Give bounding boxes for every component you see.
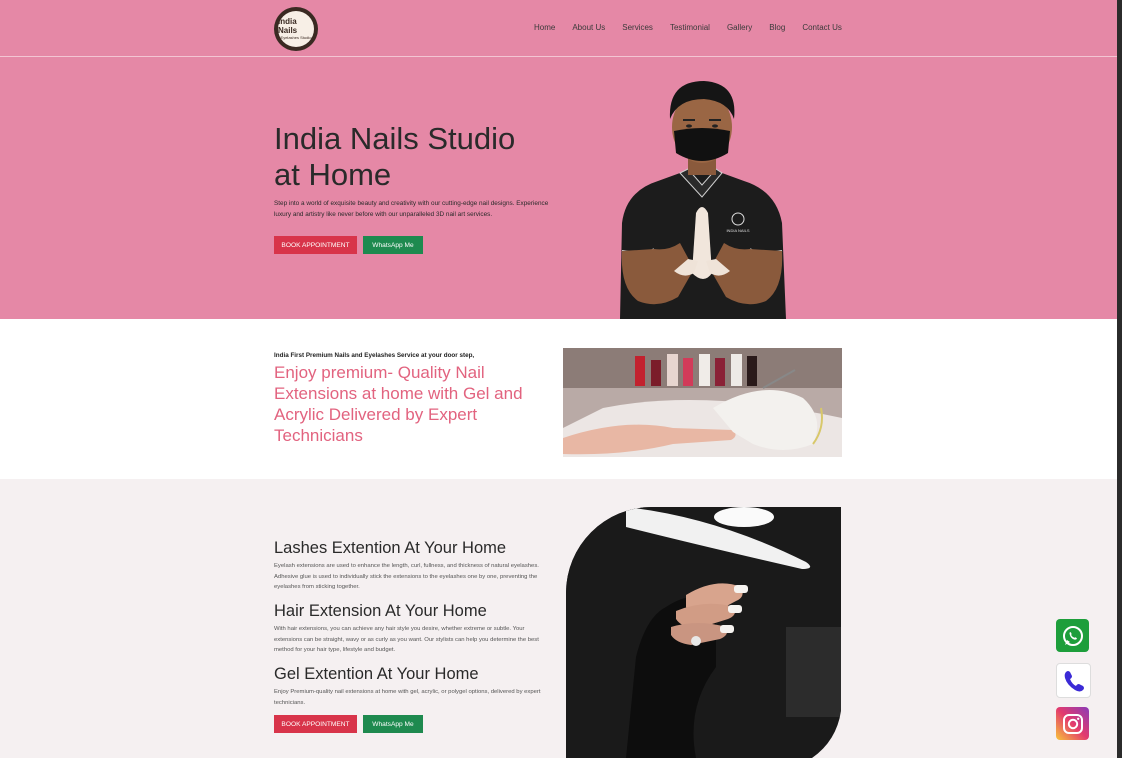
logo-badge: India Nails Eyelashes Studio (278, 11, 314, 47)
service-description: Enjoy Premium-quality nail extensions at… (274, 689, 541, 706)
intro-section: India First Premium Nails and Eyelashes … (0, 319, 1117, 479)
phone-float-button[interactable] (1056, 663, 1091, 698)
hero-section: India Nails Studio at Home Step into a w… (0, 57, 1117, 319)
nav-testimonial[interactable]: Testimonial (670, 22, 710, 34)
nail-technician-image (563, 348, 842, 457)
technician-photo: INDIA NAILS (620, 81, 786, 319)
service-title: Hair Extension At Your Home (274, 602, 487, 620)
services-section: Lashes Extention At Your Home Eyelash ex… (0, 479, 1117, 758)
whatsapp-float-button[interactable] (1056, 619, 1089, 652)
nav-blog[interactable]: Blog (769, 22, 785, 34)
site-logo[interactable]: India Nails Eyelashes Studio (274, 7, 318, 51)
hero-title-line2: at Home (274, 157, 392, 192)
site-header: India Nails Eyelashes Studio Home About … (0, 0, 1117, 57)
intro-headline: Enjoy premium- Quality Nail Extensions a… (274, 363, 523, 445)
shirt-logo-text: INDIA NAILS (726, 228, 749, 233)
logo-line1: India Nails (278, 17, 298, 35)
service-title: Lashes Extention At Your Home (274, 539, 507, 557)
nav-services[interactable]: Services (622, 22, 653, 34)
gel-nails-image (566, 507, 841, 758)
service-description: With hair extensions, you can achieve an… (274, 626, 539, 653)
nav-contact-us[interactable]: Contact Us (802, 22, 842, 34)
page: India Nails Eyelashes Studio Home About … (0, 0, 1117, 758)
service-title: Gel Extention At Your Home (274, 665, 479, 683)
instagram-float-button[interactable] (1056, 707, 1089, 740)
services-book-appointment-button[interactable]: BOOK APPOINTMENT (274, 715, 357, 733)
hero-book-appointment-button[interactable]: BOOK APPOINTMENT (274, 236, 357, 254)
logo-line2: Eyelashes Studio (280, 35, 312, 40)
service-description: Eyelash extensions are used to enhance t… (274, 563, 539, 590)
nav-gallery[interactable]: Gallery (727, 22, 752, 34)
services-whatsapp-button[interactable]: WhatsApp Me (363, 715, 423, 733)
nav-about-us[interactable]: About Us (572, 22, 605, 34)
whatsapp-icon (1058, 621, 1087, 650)
hero-description: Step into a world of exquisite beauty an… (274, 200, 549, 218)
instagram-icon (1062, 713, 1083, 734)
phone-icon (1064, 670, 1084, 691)
hero-title-line1: India Nails Studio (274, 121, 516, 156)
hero-title: India Nails Studio at Home (274, 121, 574, 193)
nav-home[interactable]: Home (534, 22, 555, 34)
window-edge (1117, 0, 1122, 758)
hero-whatsapp-button[interactable]: WhatsApp Me (363, 236, 423, 254)
main-nav: Home About Us Services Testimonial Galle… (534, 22, 859, 34)
intro-tagline: India First Premium Nails and Eyelashes … (274, 352, 475, 359)
